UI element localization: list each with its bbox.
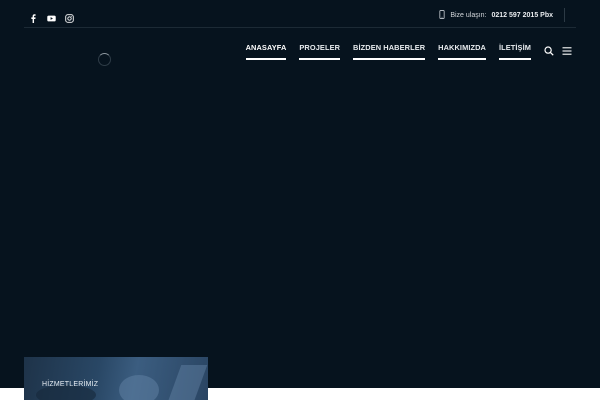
services-card-title: HİZMETLERİMİZ (42, 381, 99, 388)
nav-item-iletisim[interactable]: İLETİŞİM (498, 43, 531, 60)
contact-label: Bize ulaşın: (450, 11, 487, 19)
card-image-highlight (166, 365, 208, 400)
main-navigation: ANASAYFA PROJELER BİZDEN HABERLER HAKKIM… (245, 43, 531, 60)
loading-spinner-icon (98, 53, 111, 66)
services-card[interactable]: HİZMETLERİMİZ (24, 357, 208, 400)
facebook-icon[interactable] (29, 10, 38, 23)
social-links (29, 10, 74, 23)
nav-item-projeler[interactable]: PROJELER (299, 43, 341, 60)
card-image-highlight (119, 375, 159, 400)
nav-item-bizden-haberler[interactable]: BİZDEN HABERLER (353, 43, 426, 60)
hamburger-menu-icon[interactable] (562, 43, 572, 55)
search-icon[interactable] (544, 43, 554, 56)
topbar-divider (564, 8, 565, 22)
hero-section: Bize ulaşın: 0212 597 2015 Pbx ANASAYFA … (0, 0, 600, 388)
contact-info: Bize ulaşın: 0212 597 2015 Pbx (439, 8, 565, 22)
contact-phone[interactable]: 0212 597 2015 Pbx (492, 12, 554, 19)
nav-item-anasayfa[interactable]: ANASAYFA (245, 43, 287, 60)
nav-item-hakkimizda[interactable]: HAKKIMIZDA (438, 43, 486, 60)
top-bar: Bize ulaşın: 0212 597 2015 Pbx (24, 0, 576, 28)
phone-icon (439, 9, 445, 21)
instagram-icon[interactable] (65, 10, 74, 23)
youtube-icon[interactable] (47, 10, 56, 22)
